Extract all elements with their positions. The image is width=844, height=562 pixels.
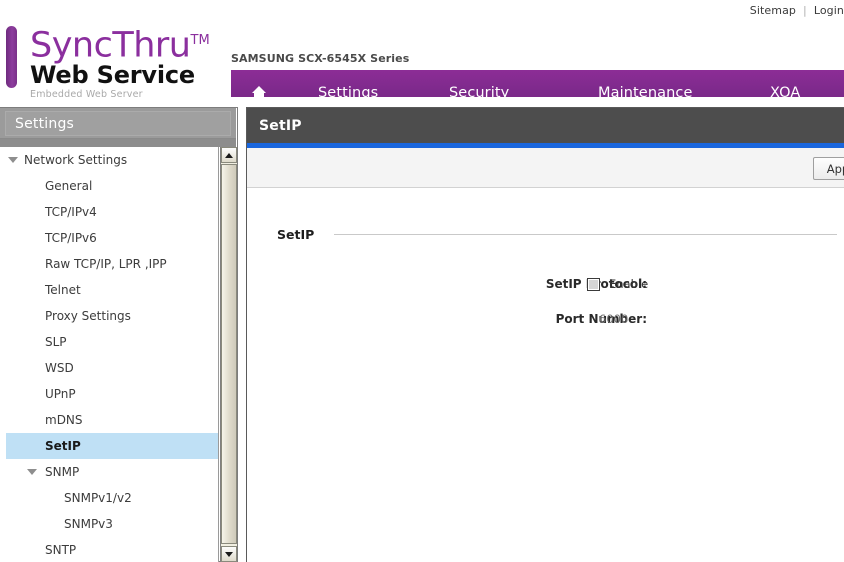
brand-subtitle: Web Service [30, 60, 196, 89]
brand-logo[interactable]: SyncThruTM Web Service Embedded Web Serv… [30, 22, 210, 100]
sidebar-item-label: SNMPv3 [64, 517, 113, 531]
sidebar-item-snmpv3[interactable]: SNMPv3 [0, 511, 218, 537]
chevron-down-icon [225, 551, 233, 557]
settings-tree: Network Settings General TCP/IPv4 TCP/IPv6 R… [0, 147, 219, 562]
form-row-port-number: Port Number: 6000 [247, 308, 844, 330]
login-link[interactable]: Login [814, 4, 844, 17]
link-separator: | [803, 4, 807, 17]
sidebar-header: Settings [0, 108, 236, 139]
scroll-down-button[interactable] [221, 546, 237, 562]
section-header: SetIP [277, 226, 837, 242]
sidebar-item-label: TCP/IPv6 [45, 231, 97, 245]
sidebar-item-wsd[interactable]: WSD [0, 355, 218, 381]
port-number-value: 6000 [599, 312, 629, 326]
scroll-up-button[interactable] [221, 147, 237, 163]
settings-sidebar: Settings Network Settings General TCP/IPv4… [0, 107, 238, 562]
sidebar-item-label: General [45, 179, 93, 193]
sidebar-item-label: Network Settings [24, 153, 128, 167]
chevron-up-icon [225, 152, 233, 158]
sidebar-item-snmp[interactable]: SNMP [0, 459, 218, 485]
sidebar-item-tcp-ipv6[interactable]: TCP/IPv6 [0, 225, 218, 251]
sidebar-item-label: SNTP [45, 543, 77, 557]
sidebar-item-telnet[interactable]: Telnet [0, 277, 218, 303]
sitemap-link[interactable]: Sitemap [750, 4, 796, 17]
sidebar-item-label: SLP [45, 335, 67, 349]
sidebar-item-mdns[interactable]: mDNS [0, 407, 218, 433]
sidebar-subheader-strip [0, 139, 236, 147]
top-utility-bar: Sitemap | Login [0, 0, 844, 22]
brand-accent-bar [6, 26, 17, 88]
sidebar-scrollbar[interactable] [220, 147, 237, 562]
enable-checkbox-label: Enable [609, 277, 649, 291]
trademark-icon: TM [190, 33, 210, 48]
sidebar-item-label: Raw TCP/IP, LPR ,IPP [45, 257, 167, 271]
sidebar-item-general[interactable]: General [0, 173, 218, 199]
brand-name-text: SyncThru [30, 25, 191, 66]
page-body: Settings Network Settings General TCP/IPv4… [0, 97, 844, 562]
sidebar-item-label: SNMP [45, 465, 80, 479]
main-panel: SetIP Apply SetIP SetIP Protocol: Enable… [246, 107, 844, 562]
sidebar-item-setip[interactable]: SetIP [6, 433, 218, 459]
main-content: SetIP SetIP Protocol: Enable Port Number… [247, 189, 844, 562]
port-number-label: Port Number: [555, 312, 647, 326]
sidebar-item-proxy-settings[interactable]: Proxy Settings [0, 303, 218, 329]
chevron-down-icon[interactable] [27, 469, 37, 475]
apply-button[interactable]: Apply [813, 157, 844, 180]
setip-protocol-value: Enable [587, 273, 648, 295]
scrollbar-thumb[interactable] [221, 164, 237, 544]
main-toolbar: Apply [247, 148, 844, 188]
sidebar-item-sntp[interactable]: SNTP [0, 537, 218, 562]
sidebar-item-snmpv1-v2[interactable]: SNMPv1/v2 [0, 485, 218, 511]
sidebar-item-label: UPnP [45, 387, 76, 401]
enable-checkbox[interactable] [587, 277, 600, 291]
main-panel-header: SetIP [247, 108, 844, 143]
form-row-setip-protocol: SetIP Protocol: Enable [247, 273, 844, 295]
sidebar-item-label: Proxy Settings [45, 309, 131, 323]
sidebar-item-slp[interactable]: SLP [0, 329, 218, 355]
sidebar-item-label: WSD [45, 361, 74, 375]
section-divider [334, 233, 837, 235]
sidebar-item-network-settings[interactable]: Network Settings [0, 147, 218, 173]
page-title: SetIP [259, 117, 302, 134]
sidebar-item-raw-tcp-ip-lpr-ipp[interactable]: Raw TCP/IP, LPR ,IPP [0, 251, 218, 277]
section-title: SetIP [277, 226, 315, 242]
sidebar-item-label: SNMPv1/v2 [64, 491, 132, 505]
sidebar-item-tcp-ipv4[interactable]: TCP/IPv4 [0, 199, 218, 225]
sidebar-item-label: Telnet [45, 283, 81, 297]
page-header: SyncThruTM Web Service Embedded Web Serv… [0, 22, 844, 115]
brand-name: SyncThruTM [30, 22, 210, 65]
sidebar-item-label: SetIP [45, 439, 81, 453]
sidebar-item-label: mDNS [45, 413, 83, 427]
utility-links: Sitemap | Login [750, 4, 844, 17]
sidebar-item-upnp[interactable]: UPnP [0, 381, 218, 407]
sidebar-title: Settings [15, 115, 75, 132]
device-model-name: SAMSUNG SCX-6545X Series [231, 52, 410, 65]
chevron-down-icon[interactable] [8, 157, 18, 163]
sidebar-item-label: TCP/IPv4 [45, 205, 97, 219]
